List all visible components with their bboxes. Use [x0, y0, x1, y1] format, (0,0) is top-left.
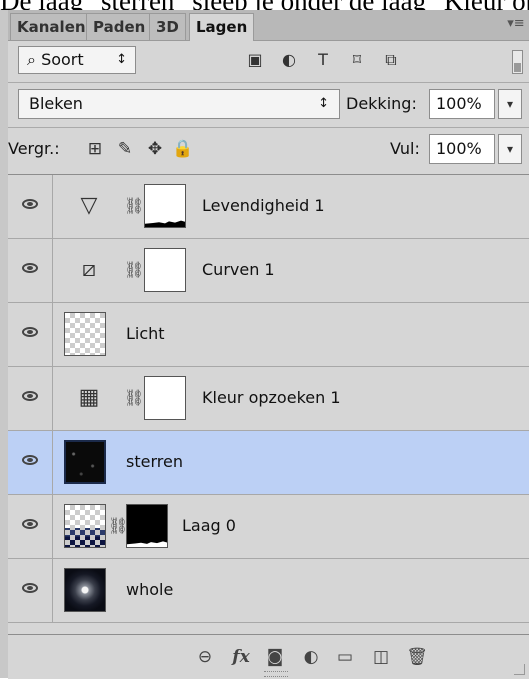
- visibility-toggle[interactable]: [8, 239, 53, 302]
- new-layer-icon[interactable]: ◫: [370, 646, 392, 668]
- opacity-input[interactable]: 100%: [429, 89, 495, 119]
- shape-filter-icon[interactable]: ⌑: [346, 50, 368, 70]
- lock-transparent-icon[interactable]: ⊞: [84, 138, 106, 160]
- visibility-toggle[interactable]: [8, 303, 53, 366]
- layer-thumbnail[interactable]: [64, 568, 106, 612]
- lock-position-icon[interactable]: ✥: [144, 138, 166, 160]
- search-icon: ⌕: [27, 50, 36, 69]
- fill-label: Vul:: [390, 139, 420, 158]
- blend-row: Bleken ↕ Dekking: 100% ▾: [8, 89, 529, 123]
- fx-icon[interactable]: fx: [230, 646, 252, 668]
- panel-menu-icon[interactable]: ▾≡: [507, 16, 525, 32]
- eye-icon: [22, 391, 38, 401]
- visibility-toggle[interactable]: [8, 559, 53, 622]
- visibility-toggle[interactable]: [8, 367, 53, 430]
- layer-thumbnail[interactable]: [64, 440, 106, 484]
- tab-kanalen[interactable]: Kanalen: [10, 13, 93, 40]
- adjustment-filter-icon[interactable]: ◐: [278, 50, 300, 70]
- layers-panel: Kanalen Paden 3D Lagen ▾≡ ⌕ Soort ↕ ▣ ◐ …: [0, 10, 529, 679]
- layer-row[interactable]: ⧄ ⛓ Curven 1: [8, 239, 529, 303]
- new-group-icon[interactable]: ▭: [334, 646, 356, 668]
- blend-mode-select[interactable]: Bleken ↕: [18, 89, 340, 119]
- lock-row: Vergr.: ⊞ ✎ ✥ 🔒 Vul: 100% ▾: [8, 134, 529, 168]
- tab-lagen[interactable]: Lagen: [189, 13, 255, 41]
- fill-dropdown-button[interactable]: ▾: [498, 134, 522, 164]
- image-filter-icon[interactable]: ▣: [244, 50, 266, 70]
- layer-mask-thumbnail[interactable]: [144, 184, 186, 228]
- eye-icon: [22, 263, 38, 273]
- lock-image-icon[interactable]: ✎: [114, 138, 136, 160]
- filter-toggle[interactable]: [512, 50, 523, 74]
- layer-name[interactable]: sterren: [126, 452, 183, 471]
- panel-grip[interactable]: [264, 671, 288, 677]
- add-mask-icon[interactable]: ◙: [264, 646, 286, 668]
- link-icon[interactable]: ⛓: [124, 388, 144, 407]
- smartobject-filter-icon[interactable]: ⧉: [380, 50, 402, 70]
- opacity-dropdown-button[interactable]: ▾: [498, 89, 522, 119]
- link-icon[interactable]: ⛓: [124, 260, 144, 279]
- fill-input[interactable]: 100%: [429, 134, 495, 164]
- eye-icon: [22, 199, 38, 209]
- select-arrow-icon: ↕: [318, 96, 329, 111]
- visibility-toggle[interactable]: [8, 495, 53, 558]
- resize-handle[interactable]: [514, 664, 525, 675]
- eye-icon: [22, 519, 38, 529]
- layer-name[interactable]: whole: [126, 580, 173, 599]
- panel-footer: ⊖ fx ◙ ◐ ▭ ◫ 🗑: [8, 634, 529, 679]
- link-layers-icon[interactable]: ⊖: [194, 646, 216, 668]
- layer-row[interactable]: ▽ ⛓ Levendigheid 1: [8, 175, 529, 239]
- tab-paden[interactable]: Paden: [86, 13, 153, 40]
- layer-name[interactable]: Levendigheid 1: [202, 196, 325, 215]
- blend-mode-value: Bleken: [29, 94, 83, 113]
- layer-mask-thumbnail[interactable]: [126, 504, 168, 548]
- eye-icon: [22, 583, 38, 593]
- link-icon[interactable]: ⛓: [124, 196, 144, 215]
- eye-icon: [22, 455, 38, 465]
- filter-kind-label: Soort: [41, 50, 84, 69]
- opacity-label: Dekking:: [346, 94, 417, 113]
- layer-name[interactable]: Kleur opzoeken 1: [202, 388, 341, 407]
- layer-row[interactable]: ▦ ⛓ Kleur opzoeken 1: [8, 367, 529, 431]
- divider: [8, 127, 529, 128]
- layer-mask-thumbnail[interactable]: [144, 376, 186, 420]
- delete-layer-icon[interactable]: 🗑: [406, 646, 428, 668]
- lock-label: Vergr.:: [8, 139, 60, 158]
- layer-list: ▽ ⛓ Levendigheid 1 ⧄ ⛓ Curven 1 Licht ▦ …: [8, 174, 529, 635]
- layer-name[interactable]: Curven 1: [202, 260, 275, 279]
- layer-thumbnail[interactable]: [64, 504, 106, 548]
- tab-3d[interactable]: 3D: [149, 13, 186, 40]
- layer-row-selected[interactable]: sterren: [8, 431, 529, 495]
- layer-thumbnail[interactable]: [64, 312, 106, 356]
- filter-kind-select[interactable]: ⌕ Soort ↕: [18, 46, 136, 74]
- vibrance-icon: ▽: [80, 193, 98, 218]
- layer-name[interactable]: Licht: [126, 324, 165, 343]
- filter-row: ⌕ Soort ↕ ▣ ◐ T ⌑ ⧉: [8, 41, 529, 79]
- select-arrow-icon: ↕: [116, 52, 127, 67]
- color-lookup-icon: ▦: [78, 385, 100, 410]
- curves-icon: ⧄: [82, 257, 96, 282]
- panel-tab-bar: Kanalen Paden 3D Lagen ▾≡: [8, 10, 529, 41]
- new-fill-adjustment-icon[interactable]: ◐: [300, 646, 322, 668]
- divider: [8, 82, 529, 83]
- eye-icon: [22, 327, 38, 337]
- layer-row[interactable]: whole: [8, 559, 529, 623]
- lock-all-icon[interactable]: 🔒: [172, 138, 194, 160]
- visibility-toggle[interactable]: [8, 431, 53, 494]
- type-filter-icon[interactable]: T: [312, 50, 334, 70]
- layer-mask-thumbnail[interactable]: [144, 248, 186, 292]
- layer-row[interactable]: ⛓ Laag 0: [8, 495, 529, 559]
- layer-row[interactable]: Licht: [8, 303, 529, 367]
- visibility-toggle[interactable]: [8, 175, 53, 238]
- layer-name[interactable]: Laag 0: [182, 516, 236, 535]
